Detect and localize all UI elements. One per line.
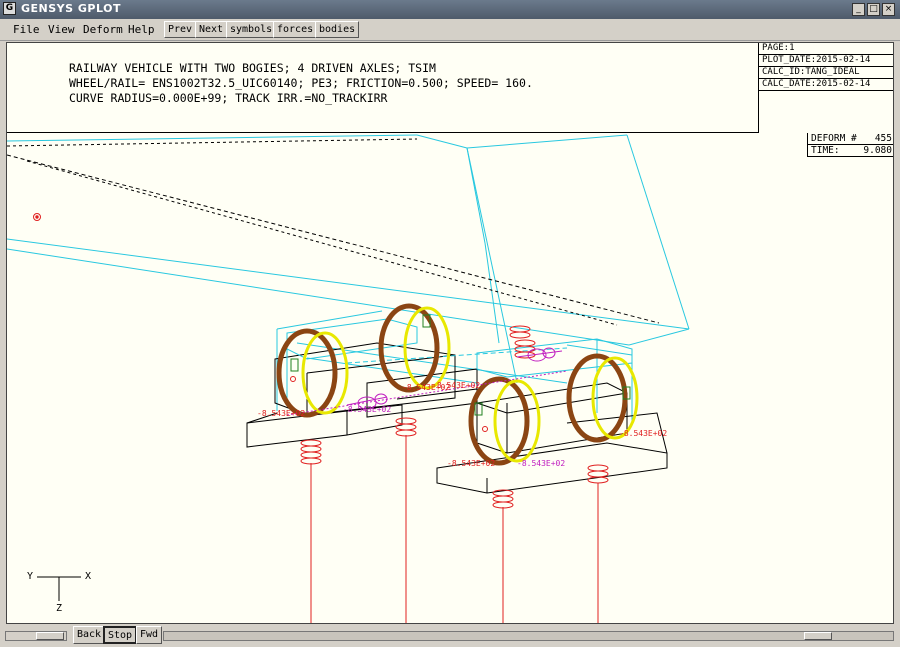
fwd-button[interactable]: Fwd [136, 626, 163, 644]
axis-x-label: X [85, 571, 92, 582]
left-scrollbar-thumb[interactable] [36, 632, 64, 640]
back-button[interactable]: Back [73, 626, 106, 644]
force-annotation: -8.543E+02 [447, 459, 496, 468]
app-icon[interactable]: G [3, 2, 16, 15]
deform-value: 455 [874, 133, 892, 144]
time-label: TIME: [811, 145, 840, 156]
meta-calc-id: CALC_ID:TANG_IDEAL [759, 67, 893, 79]
plot-meta: PAGE:1 PLOT_DATE:2015-02-14 CALC_ID:TANG… [759, 43, 893, 91]
window-titlebar: G GENSYS GPLOT _ □ × [0, 0, 900, 19]
menu-deform[interactable]: Deform [83, 23, 123, 36]
time-scrollbar[interactable] [163, 631, 894, 641]
meta-calc-date: CALC_DATE:2015-02-14 [762, 79, 871, 89]
deform-label: DEFORM # [811, 133, 857, 144]
plot-canvas[interactable]: Y X Z -8.543E+02 -8.543E+02 -8.543E+02 -… [6, 42, 894, 624]
deform-box: DEFORM # 455 TIME: 9.080 [807, 133, 893, 157]
time-row: TIME: 9.080 [808, 145, 893, 156]
header-line-2: WHEEL/RAIL= ENS1002T32.5_UIC60140; PE3; … [69, 76, 533, 90]
deform-row: DEFORM # 455 [808, 133, 893, 145]
left-scrollbar[interactable] [5, 631, 67, 641]
next-button[interactable]: Next [195, 21, 228, 38]
menu-help[interactable]: Help [128, 23, 155, 36]
menu-bar: File View Deform Help Prev Next symbols … [0, 19, 900, 41]
minimize-icon[interactable]: _ [852, 3, 865, 16]
prev-button[interactable]: Prev [164, 21, 197, 38]
close-icon[interactable]: × [882, 3, 895, 16]
stop-button[interactable]: Stop [103, 626, 138, 644]
roof-outline [7, 138, 660, 326]
axis-z-label: Z [56, 603, 63, 614]
menu-file[interactable]: File [13, 23, 40, 36]
suspension-springs [33, 213, 609, 623]
force-annotation: -8.543E+02 [432, 381, 481, 390]
time-value: 9.080 [863, 145, 892, 156]
meta-plot-date: PLOT_DATE:2015-02-14 [759, 55, 893, 67]
force-annotation: -8.543E+02 [257, 409, 306, 418]
axis-triad [37, 576, 81, 601]
plot-header: RAILWAY VEHICLE WITH TWO BOGIES; 4 DRIVE… [7, 43, 759, 133]
bottom-controls: Back Stop Fwd [0, 624, 900, 647]
meta-page: PAGE:1 [759, 43, 893, 55]
maximize-icon[interactable]: □ [867, 3, 880, 16]
header-line-3: CURVE RADIUS=0.000E+99; TRACK IRR.=NO_TR… [69, 91, 388, 105]
force-annotation: -8.543E+02 [343, 405, 392, 414]
force-annotation: -8.543E+02 [619, 429, 668, 438]
axis-y-label: Y [27, 571, 34, 582]
time-scrollbar-thumb[interactable] [804, 632, 832, 640]
header-line-1: RAILWAY VEHICLE WITH TWO BOGIES; 4 DRIVE… [69, 61, 436, 75]
forces-button[interactable]: forces [273, 21, 318, 38]
symbols-button[interactable]: symbols [226, 21, 277, 38]
bodies-button[interactable]: bodies [315, 21, 360, 38]
menu-view[interactable]: View [48, 23, 75, 36]
force-annotation: -8.543E+02 [517, 459, 566, 468]
window-title: GENSYS GPLOT [21, 2, 121, 15]
